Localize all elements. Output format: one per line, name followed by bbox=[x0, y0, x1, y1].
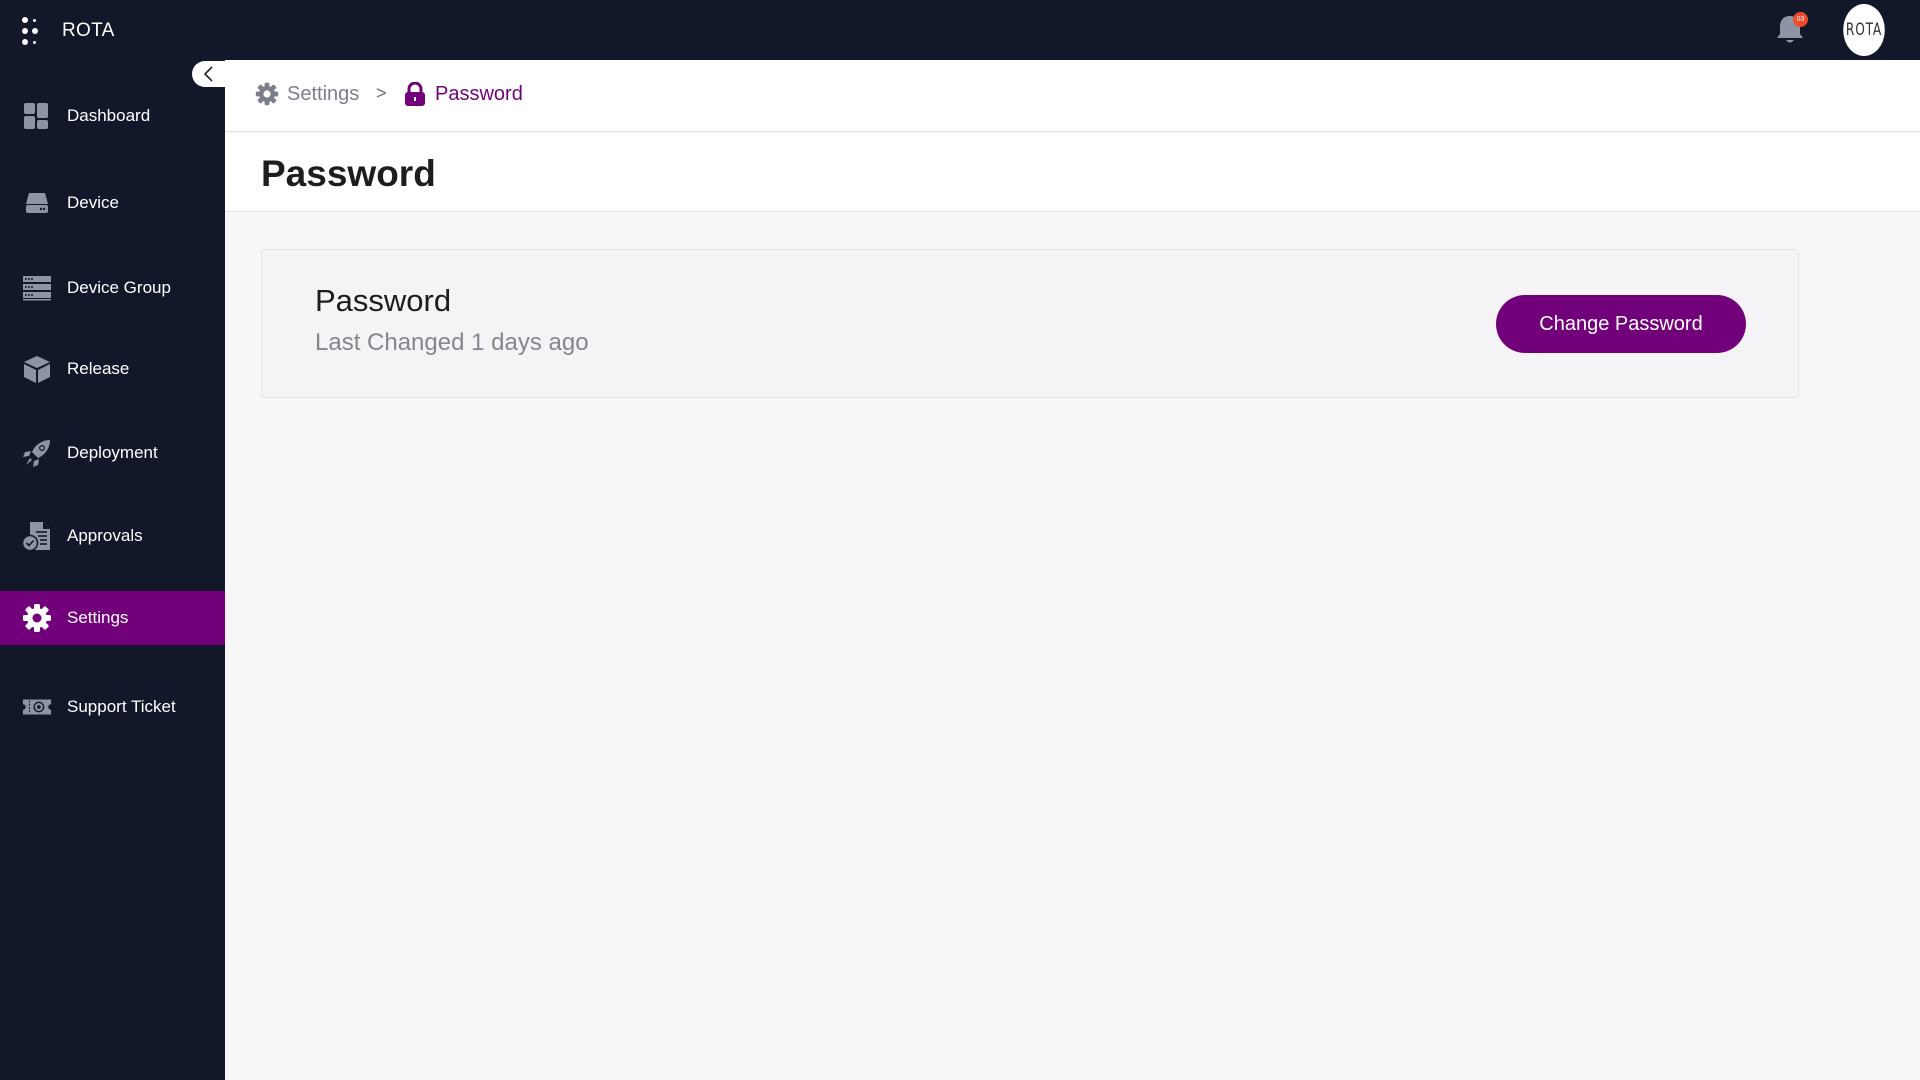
sidebar-item-label: Release bbox=[67, 359, 130, 378]
lock-icon bbox=[403, 82, 427, 106]
breadcrumb-separator: > bbox=[376, 83, 387, 103]
logo-dots-icon bbox=[22, 17, 44, 47]
release-box-icon bbox=[22, 354, 52, 384]
chevron-left-icon bbox=[203, 66, 213, 82]
breadcrumb-label: Settings bbox=[287, 82, 360, 105]
dashboard-icon bbox=[22, 101, 52, 131]
sidebar-item-label: Device bbox=[67, 193, 119, 212]
sidebar-item-label: Approvals bbox=[67, 526, 143, 545]
sidebar-item-label: Settings bbox=[67, 608, 129, 627]
page-header: Password bbox=[225, 133, 1920, 212]
notification-count-badge: 03 bbox=[1793, 12, 1808, 27]
sidebar-item-settings[interactable]: Settings bbox=[0, 591, 225, 645]
sidebar-item-label: Dashboard bbox=[67, 106, 151, 125]
rocket-icon bbox=[22, 438, 52, 468]
gear-icon bbox=[22, 603, 52, 633]
sidebar-item-dashboard[interactable]: Dashboard bbox=[0, 89, 225, 143]
sidebar: Dashboard Device Device Group Release De… bbox=[0, 60, 225, 1080]
ticket-icon bbox=[22, 692, 52, 722]
sidebar-item-label: Deployment bbox=[67, 443, 158, 462]
password-card-title: Password bbox=[315, 283, 452, 318]
app-name: ROTA bbox=[62, 20, 115, 41]
breadcrumb-password: Password bbox=[403, 82, 523, 106]
approvals-icon bbox=[22, 521, 52, 551]
app-logo[interactable] bbox=[22, 17, 44, 47]
change-password-button[interactable]: Change Password bbox=[1496, 295, 1746, 353]
sidebar-item-deployment[interactable]: Deployment bbox=[0, 426, 225, 480]
user-avatar[interactable]: ROTA bbox=[1843, 4, 1885, 56]
gear-icon bbox=[255, 82, 279, 106]
sidebar-item-label: Device Group bbox=[67, 278, 171, 297]
breadcrumb-label: Password bbox=[435, 82, 523, 105]
sidebar-item-approvals[interactable]: Approvals bbox=[0, 509, 225, 563]
breadcrumb-settings[interactable]: Settings bbox=[255, 82, 359, 106]
sidebar-item-release[interactable]: Release bbox=[0, 342, 225, 396]
device-icon bbox=[22, 188, 52, 218]
device-group-icon bbox=[22, 273, 52, 303]
page-title: Password bbox=[261, 153, 436, 194]
sidebar-item-support-ticket[interactable]: Support Ticket bbox=[0, 680, 225, 734]
breadcrumb: Settings > Password bbox=[225, 60, 1920, 132]
sidebar-item-label: Support Ticket bbox=[67, 697, 176, 716]
sidebar-item-device[interactable]: Device bbox=[0, 176, 225, 230]
password-last-changed: Last Changed 1 days ago bbox=[315, 329, 589, 356]
sidebar-item-device-group[interactable]: Device Group bbox=[0, 261, 225, 315]
collapse-sidebar-button[interactable] bbox=[192, 61, 225, 87]
password-card: Password Last Changed 1 days ago Change … bbox=[261, 249, 1799, 398]
top-bar: ROTA 03 ROTA bbox=[0, 0, 1920, 60]
